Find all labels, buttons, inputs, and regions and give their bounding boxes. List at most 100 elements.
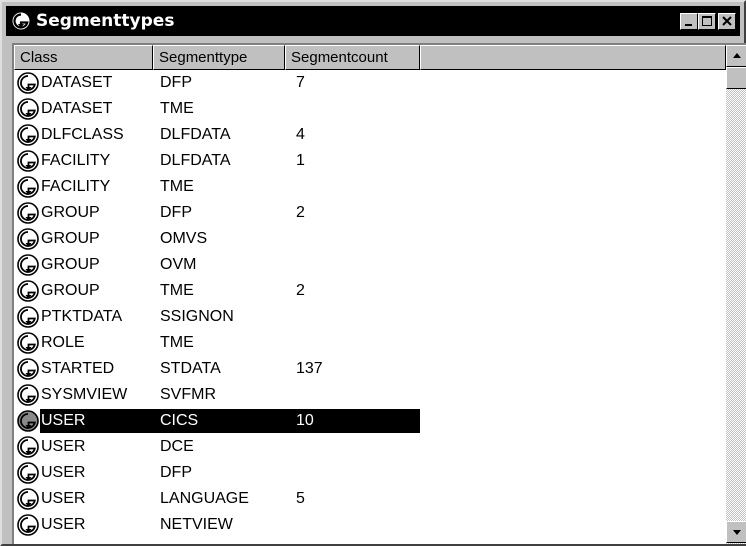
column-header-segmenttype[interactable]: Segmenttype [153,45,285,70]
cell-segmenttype: DFP [160,464,192,481]
cell-segmenttype: TME [160,282,194,299]
cell-class: FACILITY [41,152,111,169]
segment-item-icon [17,150,39,172]
row-highlight [40,409,420,433]
scroll-up-button[interactable] [726,45,746,67]
cell-segmenttype: OVM [160,256,197,273]
list-item[interactable]: USER LANGUAGE 5 [14,486,726,512]
cell-segmentcount: 5 [296,490,305,507]
segment-item-icon [17,124,39,146]
close-button[interactable] [718,13,736,30]
segment-item-icon [17,410,39,432]
window-title: Segmenttypes [36,11,175,31]
cell-segmenttype: NETVIEW [160,516,233,533]
cell-class: STARTED [41,360,115,377]
cell-segmenttype: TME [160,178,194,195]
cell-class: GROUP [41,230,100,247]
cell-segmenttype: TME [160,100,194,117]
cell-class: DATASET [41,100,113,117]
cell-segmentcount: 2 [296,204,305,221]
cell-class: USER [41,490,86,507]
list-item[interactable]: STARTED STDATA 137 [14,356,726,382]
cell-class: DLFCLASS [41,126,124,143]
close-icon [722,16,732,26]
segment-item-icon [17,254,39,276]
segment-item-icon [17,436,39,458]
cell-segmenttype: CICS [160,412,199,429]
list-item[interactable]: DATASET DFP 7 [14,70,726,96]
cell-segmenttype: SVFMR [160,386,216,403]
cell-segmenttype: DFP [160,204,192,221]
list-item[interactable]: DATASET TME [14,96,726,122]
scroll-thumb[interactable] [726,67,746,89]
segmenttypes-window: Segmenttypes Class Segmenttype Segmentco… [0,0,746,546]
cell-segmenttype: STDATA [160,360,221,377]
cell-segmenttype: SSIGNON [160,308,234,325]
maximize-button[interactable] [698,13,716,30]
list-item[interactable]: PTKTDATA SSIGNON [14,304,726,330]
cell-class: SYSMVIEW [41,386,128,403]
column-header-filler [420,45,726,70]
row-highlight [40,435,420,459]
vertical-scrollbar[interactable] [726,45,746,544]
list-item[interactable]: GROUP OVM [14,252,726,278]
segment-item-icon [17,176,39,198]
cell-segmenttype: DLFDATA [160,152,231,169]
cell-segmenttype: DCE [160,438,194,455]
list-item[interactable]: DLFCLASS DLFDATA 4 [14,122,726,148]
list-item[interactable]: USER NETVIEW [14,512,726,538]
cell-segmenttype: TME [160,334,194,351]
cell-segmentcount: 137 [296,360,323,377]
cell-class: FACILITY [41,178,111,195]
list-item[interactable]: USER DCE [14,434,726,460]
segment-item-icon [17,462,39,484]
list-item[interactable]: GROUP OMVS [14,226,726,252]
list-header: Class Segmenttype Segmentcount [14,45,726,70]
cell-segmenttype: OMVS [160,230,208,247]
scroll-down-arrow-icon [733,530,741,535]
list-rows: DATASET DFP 7 DATASET TME DLFCLASS DLFDATA 4 FAC… [14,70,726,544]
segment-item-icon [17,358,39,380]
cell-class: PTKTDATA [41,308,123,325]
list-item[interactable]: SYSMVIEW SVFMR [14,382,726,408]
cell-segmentcount: 7 [296,74,305,91]
scroll-down-button[interactable] [726,521,746,543]
segment-item-icon [17,488,39,510]
segment-item-icon [17,72,39,94]
segment-item-icon [17,228,39,250]
segment-item-icon [17,306,39,328]
cell-class: USER [41,438,86,455]
column-header-class[interactable]: Class [14,45,153,70]
row-highlight [40,461,420,485]
scroll-up-arrow-icon [733,53,741,58]
cell-class: GROUP [41,204,100,221]
list-item[interactable]: FACILITY TME [14,174,726,200]
cell-class: GROUP [41,256,100,273]
list-item[interactable]: USER DFP [14,460,726,486]
cell-segmenttype: DLFDATA [160,126,231,143]
cell-class: USER [41,412,86,429]
list-item[interactable]: ROLE TME [14,330,726,356]
list-item[interactable]: USER CICS 10 [14,408,726,434]
cell-segmentcount: 4 [296,126,305,143]
minimize-button[interactable] [680,13,698,30]
cell-class: DATASET [41,74,113,91]
racf-segment-icon [12,12,30,30]
segment-item-icon [17,202,39,224]
maximize-icon [702,16,712,26]
list-item[interactable]: FACILITY DLFDATA 1 [14,148,726,174]
segment-item-icon [17,332,39,354]
cell-class: USER [41,464,86,481]
list-item[interactable]: GROUP DFP 2 [14,200,726,226]
segment-list-view: Class Segmenttype Segmentcount DATASET DF… [12,43,746,544]
cell-class: ROLE [41,334,85,351]
cell-segmenttype: DFP [160,74,192,91]
cell-segmentcount: 2 [296,282,305,299]
segment-item-icon [17,98,39,120]
minimize-icon [685,24,692,26]
list-item[interactable]: GROUP TME 2 [14,278,726,304]
title-bar[interactable]: Segmenttypes [6,6,740,36]
cell-class: GROUP [41,282,100,299]
cell-segmentcount: 1 [296,152,305,169]
column-header-segmentcount[interactable]: Segmentcount [285,45,420,70]
